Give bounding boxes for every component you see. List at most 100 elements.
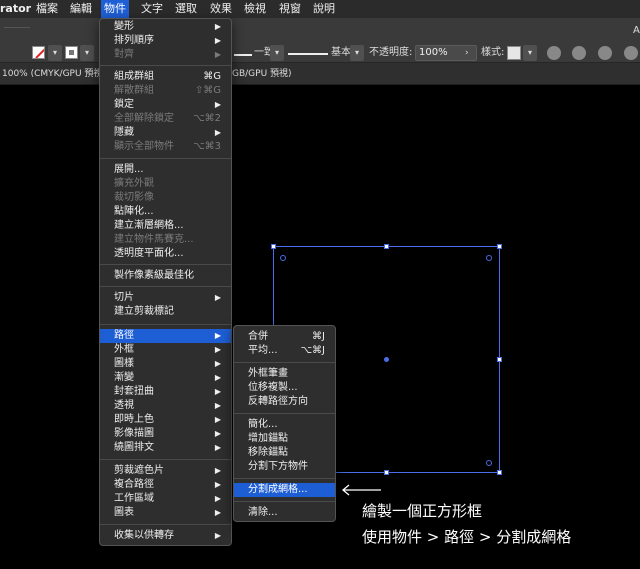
submenu-item-clean-up[interactable]: 清除... <box>234 506 335 520</box>
submenu-item-simplify[interactable]: 簡化... <box>234 418 335 432</box>
submenu-arrow-icon: ▶ <box>214 50 221 59</box>
menu-item-graph[interactable]: 圖表 ▶ <box>100 506 231 520</box>
menu-item-clipping-mask[interactable]: 剪裁遮色片 ▶ <box>100 464 231 478</box>
menu-item-envelope-distort[interactable]: 封套扭曲 ▶ <box>100 385 231 399</box>
submenu-item-join[interactable]: 合併 ⌘J <box>234 330 335 344</box>
transform-icon[interactable] <box>598 46 612 60</box>
submenu-arrow-icon: ▶ <box>214 331 221 340</box>
menu-item-create-object-mosaic[interactable]: 建立物件馬賽克... <box>100 233 231 247</box>
menu-object[interactable]: 物件 <box>101 0 129 18</box>
menu-item-show-all[interactable]: 顯示全部物件 ⌥⌘3 <box>100 140 231 154</box>
submenu-item-outline-stroke[interactable]: 外框筆畫 <box>234 367 335 381</box>
submenu-item-offset-path[interactable]: 位移複製... <box>234 381 335 395</box>
submenu-arrow-icon: ▶ <box>214 531 221 540</box>
menu-help[interactable]: 說明 <box>313 0 335 18</box>
menu-item-make-pixel-perfect[interactable]: 製作像素級最佳化 <box>100 269 231 283</box>
corner-widget-top-right[interactable] <box>486 255 492 261</box>
panel-menu-icon[interactable] <box>624 46 638 60</box>
style-swatch[interactable] <box>507 46 521 60</box>
submenu-arrow-icon: ▶ <box>214 359 221 368</box>
fill-swatch[interactable] <box>32 46 45 59</box>
selection-handle-top-left[interactable] <box>271 244 276 249</box>
style-label: 樣式: <box>481 47 505 58</box>
menu-item-rasterize[interactable]: 點陣化... <box>100 205 231 219</box>
menu-separator <box>234 478 335 479</box>
none-fill-icon <box>35 47 44 58</box>
center-point <box>384 357 389 362</box>
selection-handle-right[interactable] <box>497 357 502 362</box>
menu-item-transform[interactable]: 變形 ▶ <box>100 20 231 34</box>
annotation-arrow-icon <box>341 484 381 496</box>
menu-item-live-paint[interactable]: 即時上色 ▶ <box>100 413 231 427</box>
menu-item-expand-appearance[interactable]: 擴充外觀 <box>100 177 231 191</box>
submenu-arrow-icon: ▶ <box>214 466 221 475</box>
submenu-arrow-icon: ▶ <box>214 128 221 137</box>
menu-item-ungroup[interactable]: 解散群組 ⇧⌘G <box>100 84 231 98</box>
menu-item-group[interactable]: 組成群組 ⌘G <box>100 70 231 84</box>
style-chevron-icon[interactable]: ▾ <box>523 45 537 61</box>
selection-handle-top[interactable] <box>384 244 389 249</box>
menu-separator <box>100 65 231 66</box>
menu-view[interactable]: 檢視 <box>244 0 266 18</box>
menu-item-create-gradient-mesh[interactable]: 建立漸層網格... <box>100 219 231 233</box>
corner-widget-bottom-right[interactable] <box>486 460 492 466</box>
menu-type[interactable]: 文字 <box>141 0 163 18</box>
stroke-dropdown-chevron-icon[interactable]: ▾ <box>80 45 94 61</box>
app-menu[interactable]: rator <box>0 0 31 18</box>
selection-handle-bottom-right[interactable] <box>497 470 502 475</box>
menu-effect[interactable]: 效果 <box>210 0 232 18</box>
submenu-item-split-into-grid[interactable]: 分割成網格... <box>234 483 335 497</box>
align-icon[interactable] <box>572 46 586 60</box>
document-tab-inactive[interactable]: GB/GPU 預視) <box>232 63 292 85</box>
menu-item-unlock-all[interactable]: 全部解除鎖定 ⌥⌘2 <box>100 112 231 126</box>
submenu-item-divide-objects-below[interactable]: 分割下方物件 <box>234 460 335 474</box>
menu-window[interactable]: 視窗 <box>279 0 301 18</box>
menu-item-compound-path[interactable]: 複合路徑 ▶ <box>100 478 231 492</box>
menu-item-artboards[interactable]: 工作區域 ▶ <box>100 492 231 506</box>
menu-item-image-trace[interactable]: 影像描圖 ▶ <box>100 427 231 441</box>
menu-select[interactable]: 選取 <box>175 0 197 18</box>
control-bar: A ▾ ▾ 一致 ▾ 基本 ▾ 不透明度: 100% › 樣式: ▾ <box>0 18 640 63</box>
opacity-arrow-icon[interactable]: › <box>465 45 469 61</box>
menu-item-slice[interactable]: 切片 ▶ <box>100 291 231 305</box>
corner-widget-top-left[interactable] <box>280 255 286 261</box>
object-menu: 變形 ▶ 排列順序 ▶ 對齊 ▶ 組成群組 ⌘G 解散群組 ⇧⌘G 鎖定 ▶ 全部解除鎖定 ⌥… <box>99 18 232 546</box>
selection-handle-top-right[interactable] <box>497 244 502 249</box>
menu-item-flatten-transparency[interactable]: 透明度平面化... <box>100 247 231 261</box>
submenu-arrow-icon: ▶ <box>214 401 221 410</box>
submenu-arrow-icon: ▶ <box>214 494 221 503</box>
menu-item-arrange[interactable]: 排列順序 ▶ <box>100 34 231 48</box>
submenu-item-remove-anchor-points[interactable]: 移除錨點 <box>234 446 335 460</box>
menu-item-text-wrap[interactable]: 繞圖排文 ▶ <box>100 441 231 455</box>
submenu-item-reverse-path-direction[interactable]: 反轉路徑方向 <box>234 395 335 409</box>
menu-edit[interactable]: 編輯 <box>70 0 92 18</box>
selection-handle-bottom[interactable] <box>384 470 389 475</box>
menu-separator <box>100 524 231 525</box>
menu-item-blend[interactable]: 漸變 ▶ <box>100 371 231 385</box>
brush-label[interactable]: 基本 <box>331 45 351 61</box>
menu-item-pattern[interactable]: 圖樣 ▶ <box>100 357 231 371</box>
menu-item-lock[interactable]: 鎖定 ▶ <box>100 98 231 112</box>
menu-file[interactable]: 檔案 <box>36 0 58 18</box>
fill-dropdown-chevron-icon[interactable]: ▾ <box>48 45 62 61</box>
menu-separator <box>100 158 231 159</box>
stroke-style-chevron-icon[interactable]: ▾ <box>270 45 284 61</box>
stroke-swatch[interactable] <box>65 46 78 59</box>
document-tab-active[interactable]: 100% (CMYK/GPU 預視) <box>2 63 106 85</box>
submenu-arrow-icon: ▶ <box>214 100 221 109</box>
menu-item-collect-for-export[interactable]: 收集以供轉存 ▶ <box>100 529 231 543</box>
submenu-item-add-anchor-points[interactable]: 增加錨點 <box>234 432 335 446</box>
menu-item-align[interactable]: 對齊 ▶ <box>100 48 231 62</box>
menu-item-expand[interactable]: 展開... <box>100 163 231 177</box>
submenu-item-average[interactable]: 平均... ⌥⌘J <box>234 344 335 358</box>
menu-item-path[interactable]: 路徑 ▶ <box>100 329 231 343</box>
brush-chevron-icon[interactable]: ▾ <box>350 45 364 61</box>
menu-item-create-trim-marks[interactable]: 建立剪裁標記 <box>100 305 231 319</box>
menu-item-crop-image[interactable]: 裁切影像 <box>100 191 231 205</box>
menu-item-perspective[interactable]: 透視 ▶ <box>100 399 231 413</box>
divider <box>4 27 30 28</box>
recolor-icon[interactable] <box>547 46 561 60</box>
stroke-style-line-icon <box>234 54 252 56</box>
menu-item-shape[interactable]: 外框 ▶ <box>100 343 231 357</box>
menu-item-hide[interactable]: 隱藏 ▶ <box>100 126 231 140</box>
